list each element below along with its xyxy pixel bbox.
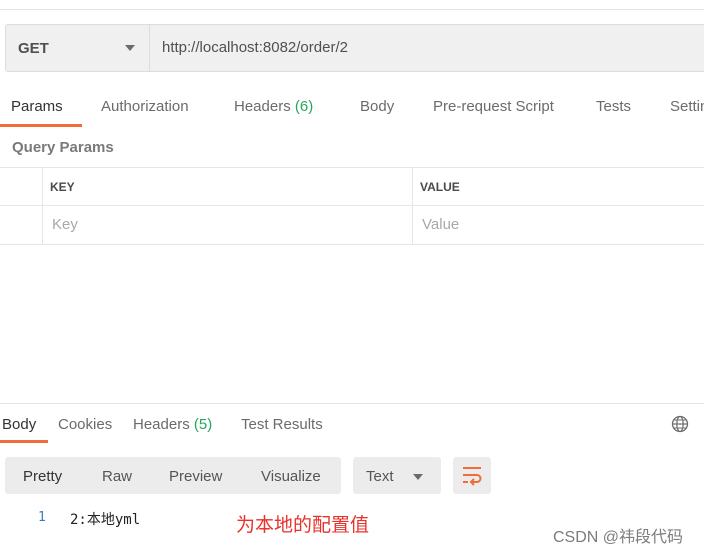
method-label: GET bbox=[18, 39, 49, 57]
watermark: CSDN @祎段代码 bbox=[553, 529, 684, 546]
response-divider bbox=[0, 403, 704, 404]
view-visualize-button[interactable]: Visualize bbox=[261, 468, 321, 485]
request-tabs: Params Authorization Headers (6) Body Pr… bbox=[0, 88, 704, 128]
chevron-down-icon bbox=[413, 474, 423, 480]
tab-headers-label: Headers bbox=[234, 98, 291, 115]
tab-settings[interactable]: Settings bbox=[670, 98, 704, 115]
table-col-divider bbox=[42, 167, 43, 244]
tab-params[interactable]: Params bbox=[11, 98, 63, 115]
column-header-value: VALUE bbox=[420, 180, 460, 194]
view-pretty-button[interactable]: Pretty bbox=[23, 468, 62, 485]
format-select[interactable]: Text bbox=[353, 457, 441, 494]
view-mode-group: Pretty Raw Preview Visualize bbox=[5, 457, 341, 494]
table-border-top bbox=[0, 167, 704, 168]
param-key-input[interactable]: Key bbox=[52, 216, 78, 233]
request-url-bar: GET http://localhost:8082/order/2 bbox=[5, 24, 704, 72]
tab-headers-count: (6) bbox=[294, 98, 314, 115]
wrap-lines-icon bbox=[463, 467, 482, 486]
method-select[interactable]: GET bbox=[6, 25, 150, 71]
table-header-divider bbox=[0, 205, 704, 206]
tab-body[interactable]: Body bbox=[360, 98, 394, 115]
view-raw-button[interactable]: Raw bbox=[102, 468, 132, 485]
url-input[interactable]: http://localhost:8082/order/2 bbox=[162, 39, 348, 56]
response-tab-headers-label: Headers bbox=[133, 416, 190, 433]
response-tab-cookies[interactable]: Cookies bbox=[58, 416, 112, 433]
query-params-title: Query Params bbox=[12, 139, 114, 156]
tab-tests[interactable]: Tests bbox=[596, 98, 631, 115]
tab-headers[interactable]: Headers (6) bbox=[234, 98, 313, 115]
response-tab-headers[interactable]: Headers (5) bbox=[133, 416, 212, 433]
format-label: Text bbox=[366, 468, 394, 485]
response-body-text: 2:本地yml bbox=[70, 512, 141, 528]
view-preview-button[interactable]: Preview bbox=[169, 468, 222, 485]
table-col-divider bbox=[412, 167, 413, 244]
column-header-key: KEY bbox=[50, 180, 75, 194]
tab-authorization[interactable]: Authorization bbox=[101, 98, 189, 115]
response-active-tab-indicator bbox=[0, 440, 48, 443]
tab-pre-request-script[interactable]: Pre-request Script bbox=[433, 98, 554, 115]
response-tab-test-results[interactable]: Test Results bbox=[241, 416, 323, 433]
chevron-down-icon bbox=[125, 45, 135, 51]
active-tab-indicator bbox=[0, 124, 82, 127]
wrap-lines-button[interactable] bbox=[453, 457, 491, 494]
response-tab-body[interactable]: Body bbox=[2, 416, 36, 433]
param-value-input[interactable]: Value bbox=[422, 216, 459, 233]
table-border-bottom bbox=[0, 244, 704, 245]
response-tab-headers-count: (5) bbox=[193, 416, 213, 433]
top-divider bbox=[0, 9, 704, 10]
globe-icon[interactable] bbox=[671, 415, 689, 433]
annotation-text: 为本地的配置值 bbox=[236, 515, 370, 536]
line-number: 1 bbox=[38, 510, 46, 525]
